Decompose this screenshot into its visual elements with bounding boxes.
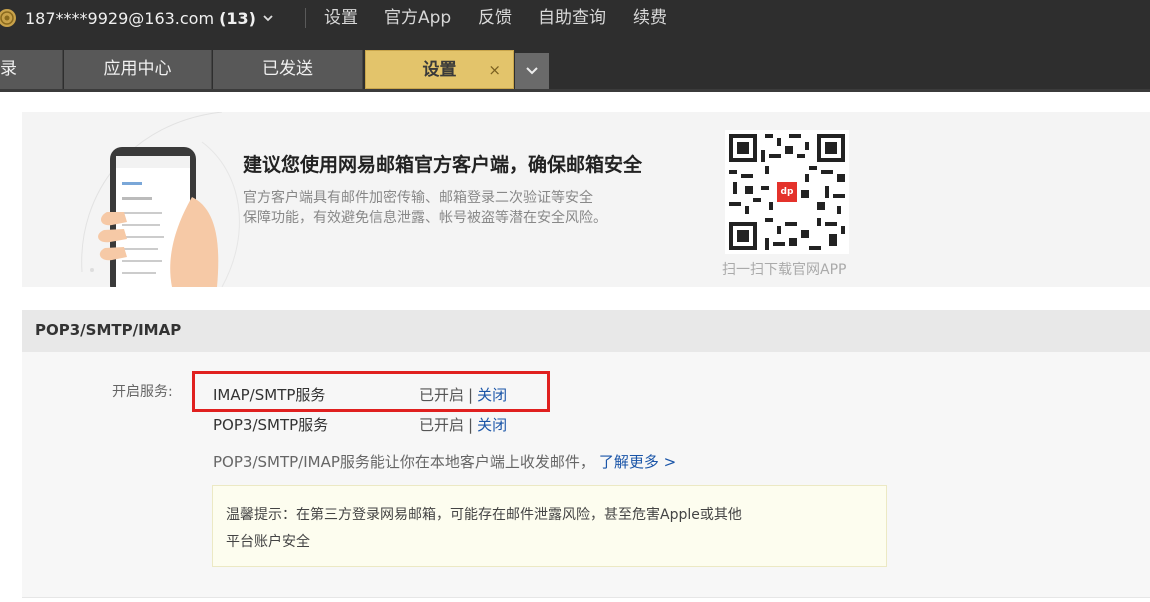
banner-title: 建议您使用网易邮箱官方客户端，确保邮箱安全 <box>243 154 643 176</box>
avatar-icon <box>0 9 16 27</box>
top-divider <box>305 8 306 28</box>
tab-underline <box>0 89 1150 92</box>
top-link-renew[interactable]: 续费 <box>633 0 667 36</box>
account-menu[interactable]: 187****9929@163.com (13) <box>0 0 274 36</box>
banner-description: 官方客户端具有邮件加密传输、邮箱登录二次验证等安全 保障功能，有效避免信息泄露、… <box>243 188 607 228</box>
separator: | <box>468 416 474 434</box>
tab-more-button[interactable] <box>515 53 549 89</box>
section-title: POP3/SMTP/IMAP <box>35 321 182 339</box>
account-email: 187****9929@163.com <box>25 8 215 28</box>
tip-line: 平台账户安全 <box>226 534 310 550</box>
tab-settings[interactable]: 设置 × <box>365 50 514 89</box>
pop3-close-link[interactable]: 关闭 <box>477 416 507 434</box>
description-text: POP3/SMTP/IMAP服务能让你在本地客户端上收发邮件， <box>213 453 595 471</box>
banner-desc-line: 官方客户端具有邮件加密传输、邮箱登录二次验证等安全 <box>243 190 593 206</box>
qr-caption: 扫一扫下载官网APP <box>722 262 847 278</box>
pop3-smtp-service-name: POP3/SMTP服务 <box>213 416 329 434</box>
warning-tip: 温馨提示：在第三方登录网易邮箱，可能存在邮件泄露风险，甚至危害Apple或其他 … <box>212 485 887 567</box>
chevron-down-icon <box>263 15 273 22</box>
tab-label: 应用中心 <box>103 59 172 79</box>
status-text: 已开启 <box>419 416 465 434</box>
app-logo: dp <box>775 180 799 204</box>
service-description: POP3/SMTP/IMAP服务能让你在本地客户端上收发邮件， 了解更多 > <box>213 451 676 472</box>
client-promo-banner: 建议您使用网易邮箱官方客户端，确保邮箱安全 官方客户端具有邮件加密传输、邮箱登录… <box>22 112 1150 287</box>
tab-label: 录 <box>0 59 17 79</box>
tab-label: 已发送 <box>262 59 313 79</box>
tab-app-center[interactable]: 应用中心 <box>64 50 212 89</box>
top-link-app[interactable]: 官方App <box>384 0 451 36</box>
phone-illustration <box>81 112 240 287</box>
top-link-self-service[interactable]: 自助查询 <box>538 0 606 36</box>
learn-more-link[interactable]: 了解更多 > <box>599 453 676 471</box>
tab-partial[interactable]: 录 <box>0 50 63 89</box>
tab-label: 设置 <box>422 60 457 80</box>
chevron-down-icon <box>526 67 538 75</box>
top-link-feedback[interactable]: 反馈 <box>478 0 512 36</box>
service-label: 开启服务: <box>112 384 173 400</box>
highlight-box <box>192 371 550 412</box>
tip-text: 温馨提示：在第三方登录网易邮箱，可能存在邮件泄露风险，甚至危害Apple或其他 … <box>226 502 826 556</box>
section-header: POP3/SMTP/IMAP <box>22 310 1150 352</box>
top-link-settings[interactable]: 设置 <box>324 0 358 36</box>
tip-line: 温馨提示：在第三方登录网易邮箱，可能存在邮件泄露风险，甚至危害Apple或其他 <box>226 507 742 523</box>
unread-count: (13) <box>219 8 256 28</box>
qr-code: dp <box>725 130 849 254</box>
close-icon[interactable]: × <box>488 51 501 90</box>
top-bar: 187****9929@163.com (13) 设置 官方App 反馈 自助查… <box>0 0 1150 40</box>
banner-desc-line: 保障功能，有效避免信息泄露、帐号被盗等潜在安全风险。 <box>243 210 607 226</box>
tab-sent[interactable]: 已发送 <box>213 50 363 89</box>
pop3-smtp-service-status: 已开启 | 关闭 <box>419 414 507 435</box>
